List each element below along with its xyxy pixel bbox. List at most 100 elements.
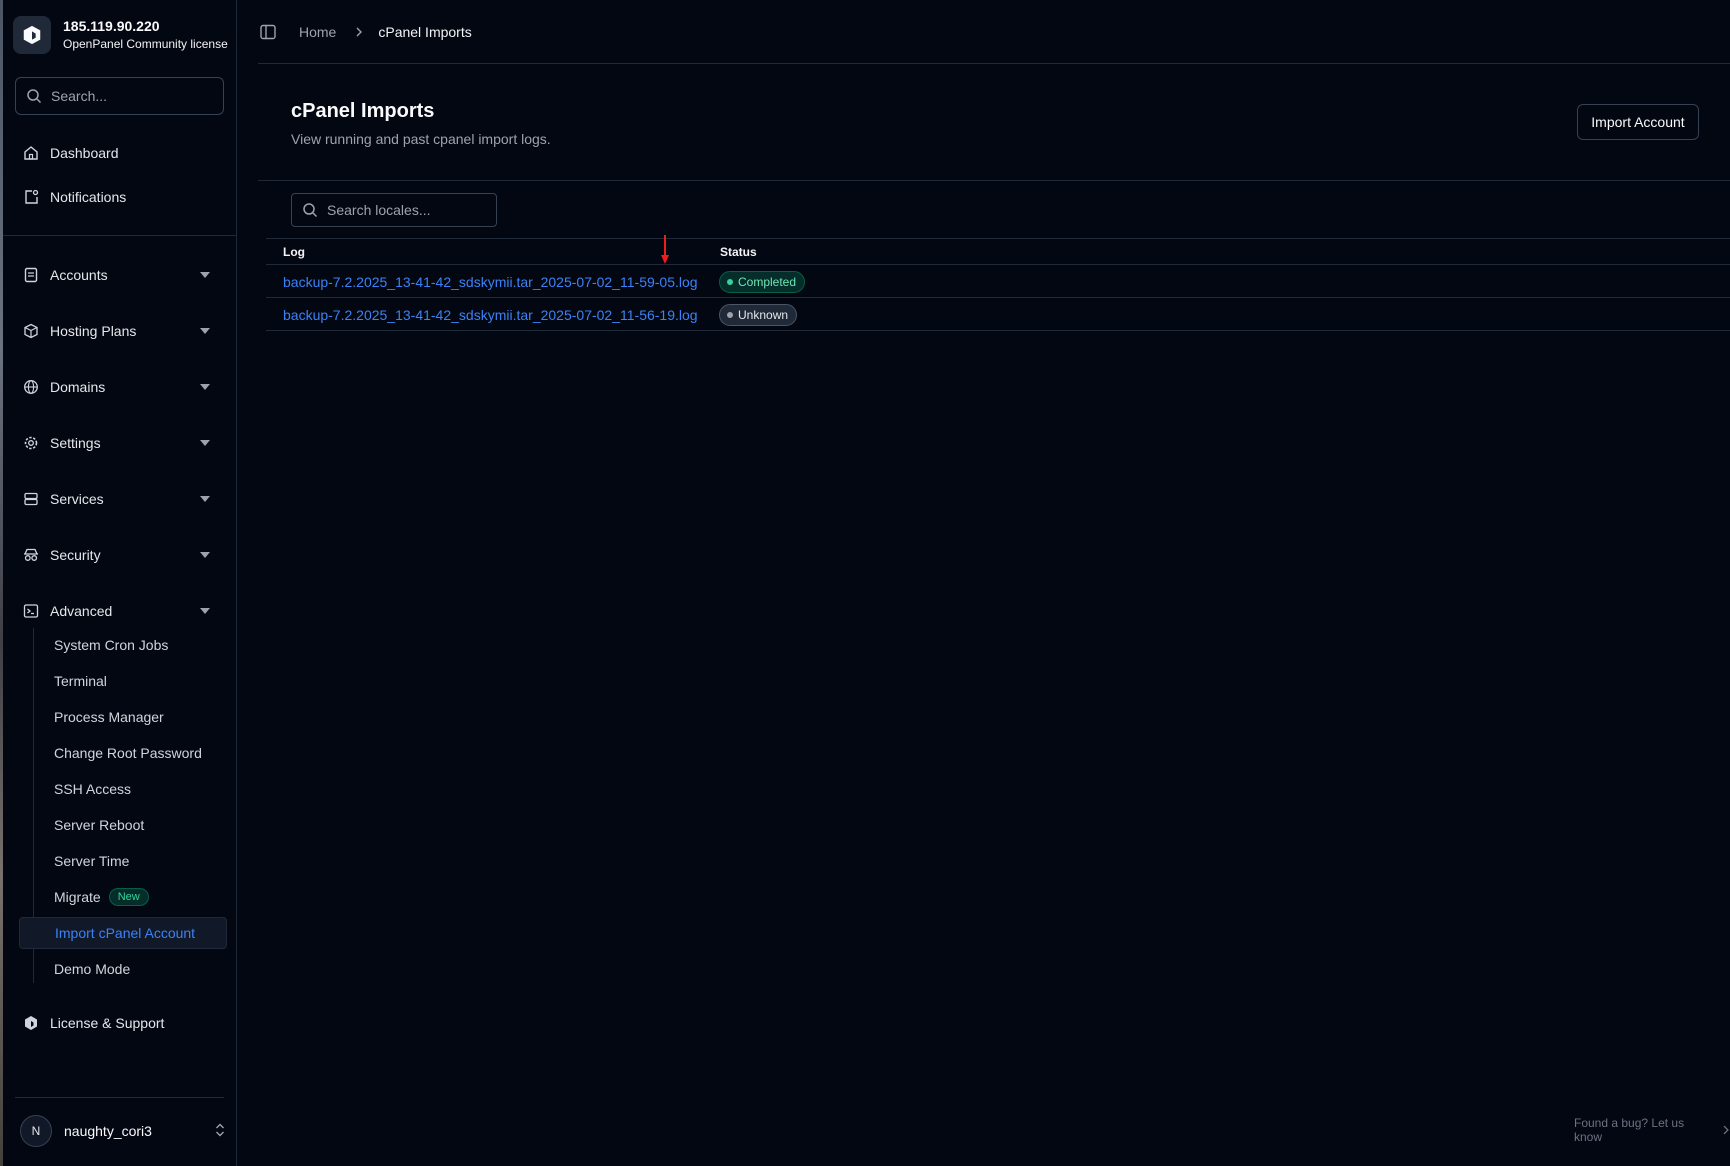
report-bug-label: Found a bug? Let us know [1574,1116,1685,1144]
breadcrumb: Home cPanel Imports [259,18,472,46]
sidebar-subitem-label: Server Reboot [54,817,145,833]
sidebar-item-label: Hosting Plans [50,323,137,339]
avatar: N [20,1115,52,1147]
brand[interactable]: 185.119.90.220 OpenPanel Community licen… [13,16,228,54]
sidebar-subitem-server-time[interactable]: Server Time [19,845,227,877]
chevron-right-icon [1723,1125,1729,1135]
openpanel-logo-icon [25,1016,37,1030]
column-header-status[interactable]: Status [720,245,757,259]
user-menu[interactable]: N naughty_cori3 [20,1113,230,1149]
status-label: Unknown [738,308,789,322]
sidebar-item-dashboard[interactable]: Dashboard [15,136,224,170]
sidebar-subitem-label: Change Root Password [54,745,202,761]
sidebar-search-input[interactable]: Search... [15,77,224,115]
license-type: OpenPanel Community license [63,37,228,51]
gear-icon [24,436,38,450]
server-icon [24,492,38,506]
sidebar-subitem-label: Import cPanel Account [55,925,196,941]
sidebar-item-services[interactable]: Services [15,482,224,516]
sidebar-item-label: Settings [50,435,101,451]
sidebar-subitem-label: SSH Access [54,781,132,797]
breadcrumb-home[interactable]: Home [299,24,336,40]
sidebar-item-label: License & Support [50,1015,165,1031]
home-icon [24,146,38,160]
sidebar-item-advanced[interactable]: Advanced [15,594,224,628]
sidebar-subitem-label: System Cron Jobs [54,637,169,653]
page-subtitle: View running and past cpanel import logs… [291,131,551,147]
sidebar: 185.119.90.220 OpenPanel Community licen… [3,0,237,1166]
sidebar-subitem-demo-mode[interactable]: Demo Mode [19,953,227,985]
sidebar-subitem-label: Process Manager [54,709,164,725]
section-divider [258,180,1730,181]
status-badge: Completed [719,271,806,293]
sidebar-item-label: Security [50,547,101,563]
page-title: cPanel Imports [291,100,435,122]
sidebar-item-notifications[interactable]: Notifications [15,180,224,214]
spy-glasses-icon [24,548,38,561]
chevron-down-icon [200,328,210,334]
sidebar-item-accounts[interactable]: Accounts [15,258,224,292]
chevron-up-down-icon [216,1123,224,1137]
sidebar-subitem-system-cron-jobs[interactable]: System Cron Jobs [19,629,227,661]
sidebar-item-label: Domains [50,379,106,395]
sidebar-item-label: Services [50,491,104,507]
sidebar-subitem-process-manager[interactable]: Process Manager [19,701,227,733]
sidebar-item-label: Notifications [50,189,127,205]
sidebar-item-label: Dashboard [50,145,119,161]
sidebar-search-placeholder: Search... [51,88,108,104]
sidebar-subitem-label: Terminal [54,673,107,689]
sidebar-subitem-label: Migrate [54,889,101,905]
column-header-log[interactable]: Log [283,245,305,259]
chevron-down-icon [200,272,210,278]
sidebar-item-settings[interactable]: Settings [15,426,224,460]
new-badge: New [108,888,149,906]
chevron-down-icon [200,552,210,558]
search-placeholder: Search locales... [327,202,431,218]
sidebar-subitem-label: Demo Mode [54,961,131,977]
chevron-down-icon [200,496,210,502]
sidebar-item-label: Advanced [50,603,113,619]
sidebar-divider [15,1097,224,1098]
sidebar-subitem-ssh-access[interactable]: SSH Access [19,773,227,805]
status-label: Completed [738,275,797,289]
sidebar-item-license-support[interactable]: License & Support [15,1006,224,1040]
table-row-border [266,330,1730,331]
log-link[interactable]: backup-7.2.2025_13-41-42_sdskymii.tar_20… [283,274,698,290]
report-bug-link[interactable]: Found a bug? Let us know [1574,1116,1730,1144]
sidebar-subitem-terminal[interactable]: Terminal [19,665,227,697]
status-dot [727,312,733,318]
sidebar-item-label: Accounts [50,267,108,283]
terminal-icon [23,604,39,618]
chevron-down-icon [200,608,210,614]
sidebar-subitem-label: Server Time [54,853,130,869]
sidebar-subitem-import-cpanel-account[interactable]: Import cPanel Account [19,917,227,949]
chevron-down-icon [200,440,210,446]
user-card-icon [24,267,38,283]
chevron-right-icon [356,27,363,37]
breadcrumb-current: cPanel Imports [378,24,472,40]
openpanel-logo-icon [13,16,51,54]
main-content: Home cPanel Imports cPanel Imports View … [237,0,1730,1166]
log-link[interactable]: backup-7.2.2025_13-41-42_sdskymii.tar_20… [283,307,698,323]
table-top-border [266,238,1730,239]
sidebar-item-domains[interactable]: Domains [15,370,224,404]
import-account-button[interactable]: Import Account [1577,104,1699,140]
sidebar-item-hosting-plans[interactable]: Hosting Plans [15,314,224,348]
chevron-down-icon [200,384,210,390]
search-locales-input[interactable]: Search locales... [291,193,497,227]
globe-icon [24,380,38,394]
status-dot [727,279,733,285]
status-badge: Unknown [719,304,798,326]
header-divider [258,63,1730,64]
sidebar-item-security[interactable]: Security [15,538,224,572]
sidebar-subitem-change-root-password[interactable]: Change Root Password [19,737,227,769]
sidebar-toggle-icon[interactable] [259,23,277,41]
bell-icon [25,189,39,204]
username: naughty_cori3 [64,1123,152,1139]
table-row-border [266,297,1730,298]
box-icon [24,323,38,339]
sidebar-divider [3,235,237,236]
sidebar-subitem-migrate[interactable]: Migrate New [19,881,227,913]
sidebar-subitem-server-reboot[interactable]: Server Reboot [19,809,227,841]
search-icon [303,203,318,218]
